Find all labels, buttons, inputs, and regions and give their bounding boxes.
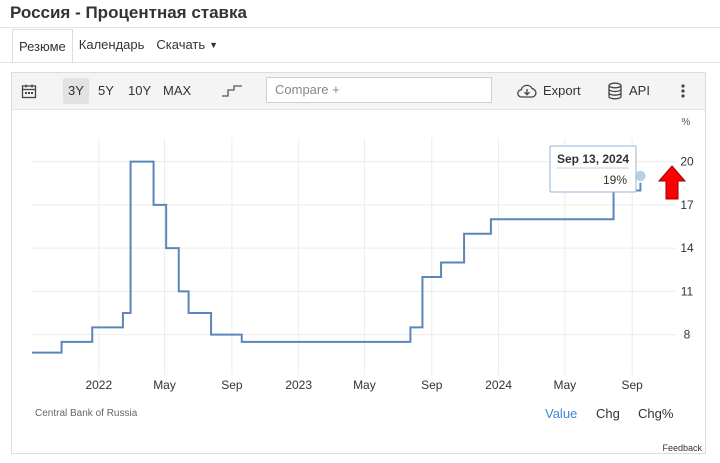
x-tick-label: 2022 xyxy=(85,378,112,392)
series-line xyxy=(32,160,642,354)
tooltip: Sep 13, 2024 19% xyxy=(549,145,637,193)
y-tick-label: 17 xyxy=(680,198,694,212)
tooltip-value: 19% xyxy=(603,173,627,187)
y-tick-label: 11 xyxy=(681,284,694,298)
y-tick-label: 8 xyxy=(684,328,691,342)
red-up-arrow-icon xyxy=(657,165,687,200)
chart-marker xyxy=(657,165,687,200)
feedback-link[interactable]: Feedback xyxy=(662,443,702,453)
interest-rate-chart: 8 11 14 17 20% 2022 May Sep 2023 May Sep 2024 May Se… xyxy=(32,117,694,392)
x-tick-label: 2024 xyxy=(485,378,512,392)
x-tick-label: 2023 xyxy=(285,378,312,392)
x-tick-label: May xyxy=(353,378,376,392)
x-tick-label: Sep xyxy=(622,378,644,392)
x-tick-label: May xyxy=(153,378,176,392)
y-tick-label: 14 xyxy=(680,241,694,255)
y-tick-label: 20 xyxy=(680,155,694,169)
mode-value-button[interactable]: Value xyxy=(545,406,577,421)
mode-chg-pct-button[interactable]: Chg% xyxy=(638,406,673,421)
y-unit-label: % xyxy=(682,117,691,128)
x-tick-label: May xyxy=(553,378,576,392)
tooltip-date: Sep 13, 2024 xyxy=(557,152,629,166)
mode-chg-button[interactable]: Chg xyxy=(596,406,620,421)
x-axis: 2022 May Sep 2023 May Sep 2024 May Sep xyxy=(85,378,643,392)
chart-source: Central Bank of Russia xyxy=(35,408,138,419)
x-tick-label: Sep xyxy=(221,378,243,392)
x-tick-label: Sep xyxy=(421,378,443,392)
y-axis: 8 11 14 17 20% xyxy=(680,117,694,342)
